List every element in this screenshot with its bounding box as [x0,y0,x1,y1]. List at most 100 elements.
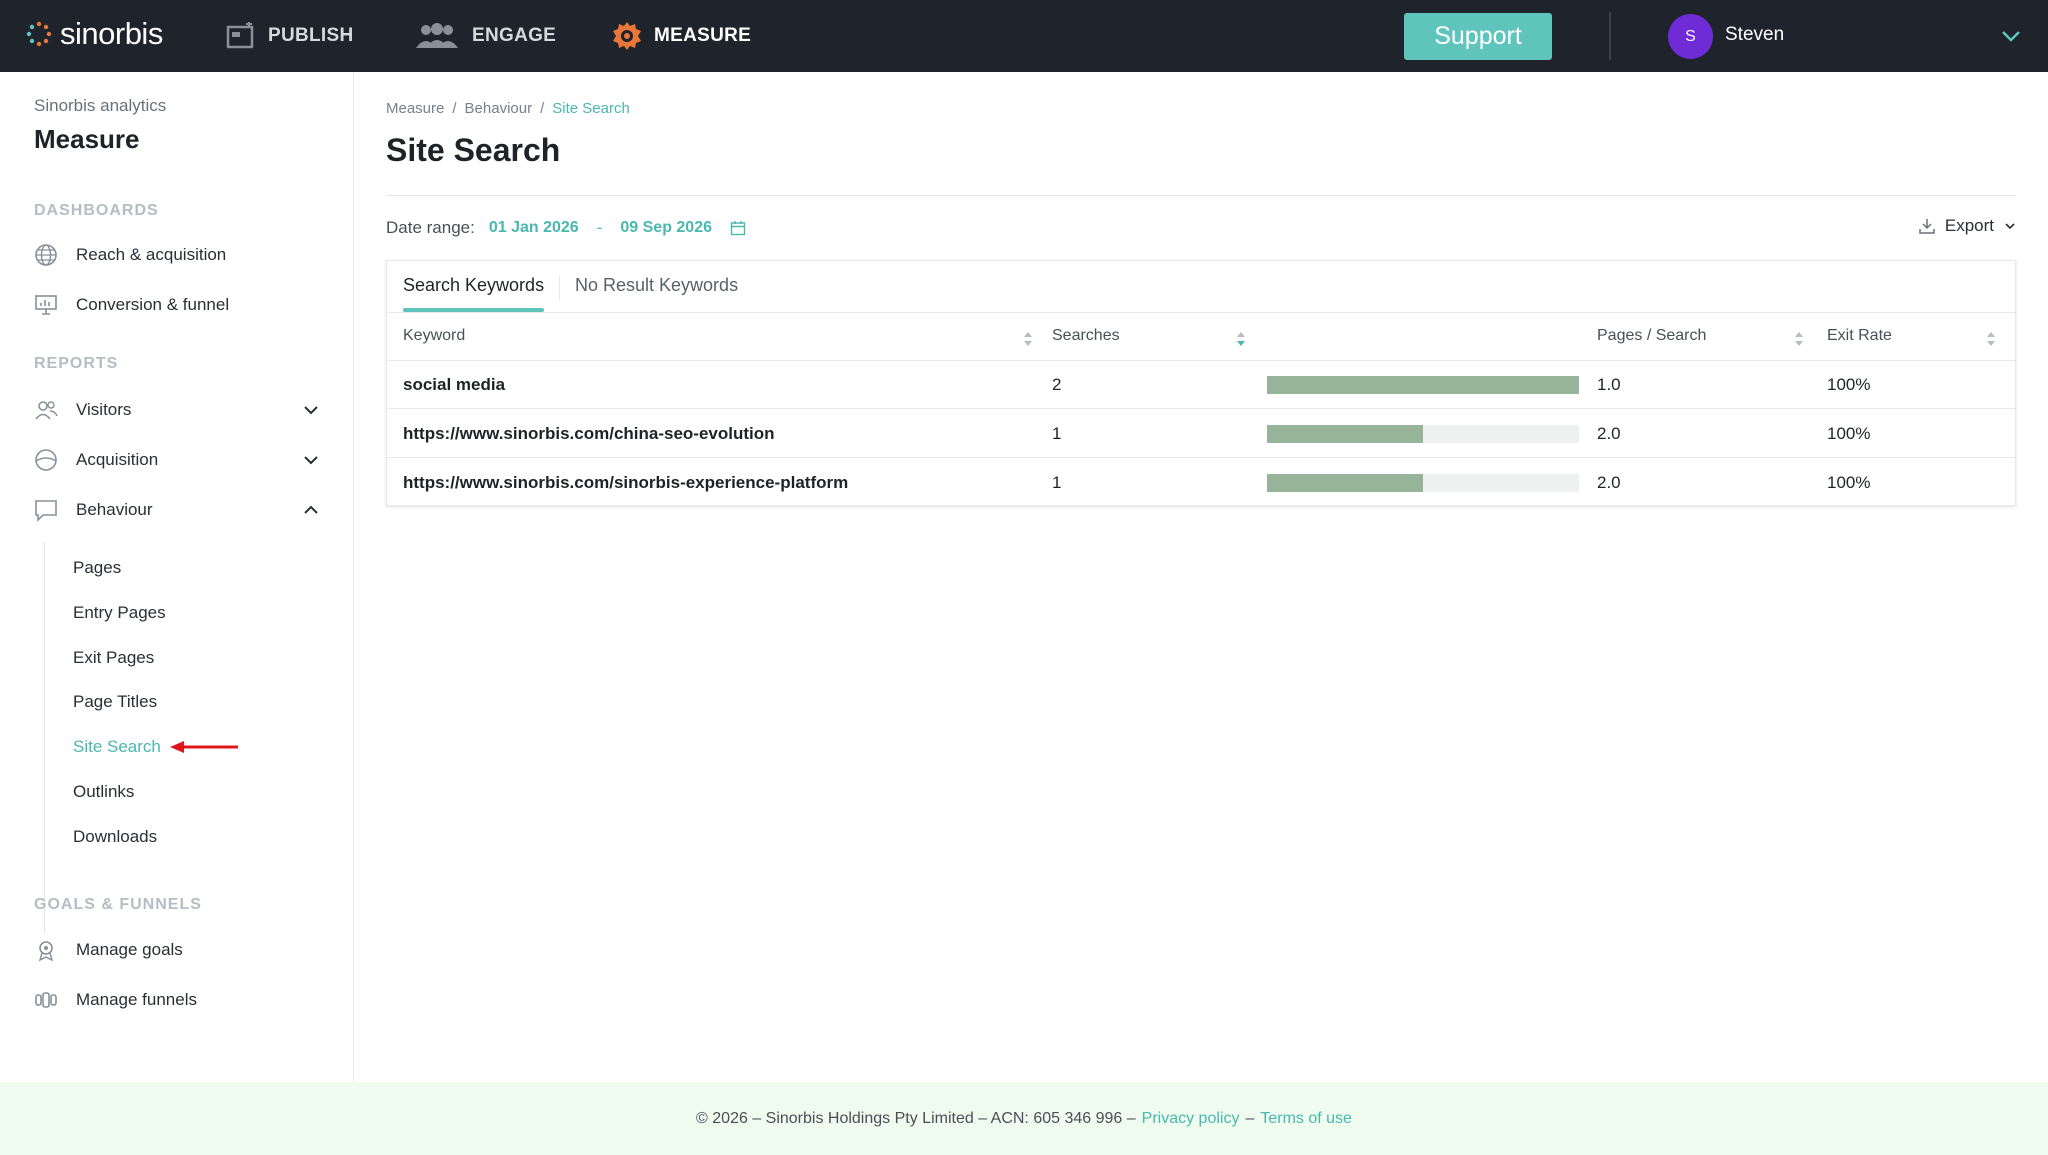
column-header-pages-per-search[interactable]: Pages / Search [1597,327,1706,345]
sidebar-item-manage-goals[interactable]: Manage goals [34,935,324,965]
table-row[interactable]: https://www.sinorbis.com/china-seo-evolu… [387,410,2015,458]
measure-icon [613,22,641,50]
sidebar-item-label: Acquisition [76,450,159,469]
sinorbis-logo-icon [26,21,52,46]
nav-divider [1609,12,1611,60]
top-navigation-bar: sinorbis PUBLISH ENGAGE MEASURE Support … [0,0,2048,72]
footer-dash: – [1245,1109,1255,1127]
table-row[interactable]: https://www.sinorbis.com/sinorbis-experi… [387,459,2015,507]
sidebar-item-label: Conversion & funnel [76,295,230,314]
sidebar-subitem-downloads[interactable]: Downloads [73,827,157,847]
column-header-searches[interactable]: Searches [1052,327,1120,345]
sidebar-item-acquisition[interactable]: Acquisition [34,445,324,475]
exit-rate-cell: 100% [1827,375,1871,394]
column-header-keyword[interactable]: Keyword [403,327,465,345]
searches-bar-track [1267,376,1579,394]
chevron-down-icon[interactable] [300,449,322,471]
nav-publish[interactable]: PUBLISH [226,0,354,72]
date-from[interactable]: 01 Jan 2026 [489,219,579,237]
breadcrumb-behaviour[interactable]: Behaviour [465,100,533,117]
sidebar-subitem-outlinks[interactable]: Outlinks [73,782,134,802]
searches-bar-track [1267,474,1579,492]
engage-icon [416,23,458,48]
title-divider [386,195,2016,196]
tab-no-result-keywords[interactable]: No Result Keywords [575,275,738,296]
publish-icon [226,22,254,49]
tab-search-keywords[interactable]: Search Keywords [403,275,544,296]
exit-rate-cell: 100% [1827,424,1871,443]
breadcrumb-separator: / [452,100,457,117]
sidebar-item-label: Reach & acquisition [76,245,227,264]
pages-per-search-cell: 2.0 [1597,424,1621,443]
avatar[interactable]: S [1668,14,1713,59]
terms-of-use-link[interactable]: Terms of use [1260,1110,1352,1128]
sidebar-item-label: Manage funnels [76,990,197,1009]
export-button[interactable]: Export [1919,211,2016,241]
table-row[interactable]: social media 2 1.0 100% [387,361,2015,409]
tab-separator [559,275,560,301]
sidebar-subitem-entry-pages[interactable]: Entry Pages [73,603,166,623]
nav-engage-label: ENGAGE [472,25,557,46]
sidebar-subitem-exit-pages[interactable]: Exit Pages [73,648,154,668]
exit-rate-cell: 100% [1827,473,1871,492]
sidebar-subitem-page-titles[interactable]: Page Titles [73,692,157,712]
searches-cell: 1 [1052,473,1062,492]
privacy-policy-link[interactable]: Privacy policy [1142,1110,1240,1128]
date-to[interactable]: 09 Sep 2026 [620,219,712,237]
sidebar-item-visitors[interactable]: Visitors [34,395,324,425]
date-separator: - [596,218,603,237]
date-range-label: Date range: [386,218,475,237]
pages-per-search-cell: 2.0 [1597,473,1621,492]
row-divider [387,457,2015,458]
footer-copyright: © 2026 – Sinorbis Holdings Pty Limited –… [696,1109,1136,1127]
chevron-down-icon [2005,223,2015,230]
nav-engage[interactable]: ENGAGE [414,0,556,72]
breadcrumb-site-search: Site Search [552,100,630,117]
sidebar-item-behaviour[interactable]: Behaviour [34,495,324,525]
calendar-icon[interactable] [730,220,746,236]
sidebar: Sinorbis analytics Measure DASHBOARDS Re… [0,72,354,1082]
users-icon [35,401,58,420]
chat-bubble-icon [35,500,57,522]
nav-measure[interactable]: MEASURE [612,0,751,72]
row-divider [387,408,2015,409]
sort-desc-icon[interactable] [1235,330,1247,348]
sidebar-subitem-site-search[interactable]: Site Search [73,737,161,757]
searches-cell: 2 [1052,375,1062,394]
sort-icon[interactable] [1022,330,1034,348]
active-tab-indicator [403,308,544,312]
searches-cell: 1 [1052,424,1062,443]
sort-icon[interactable] [1985,330,1997,348]
support-button[interactable]: Support [1404,13,1552,60]
search-keywords-card: Search Keywords No Result Keywords Keywo… [386,260,2016,506]
nav-measure-label: MEASURE [654,25,752,46]
download-icon [1919,219,1935,234]
chevron-down-icon[interactable] [1999,24,2023,48]
page-title: Site Search [386,132,561,168]
keyword-cell: social media [403,375,506,394]
funnel-icon [35,992,57,1008]
sidebar-item-reach-acquisition[interactable]: Reach & acquisition [34,240,324,270]
searches-bar-fill [1267,474,1423,492]
sidebar-item-manage-funnels[interactable]: Manage funnels [34,985,324,1015]
searches-bar-fill [1267,425,1423,443]
user-name[interactable]: Steven [1725,24,1784,46]
section-reports: REPORTS [34,355,119,372]
column-header-exit-rate[interactable]: Exit Rate [1827,327,1892,345]
tab-bar: Search Keywords No Result Keywords [387,261,2015,313]
goal-badge-icon [38,941,54,962]
sidebar-item-label: Visitors [76,400,132,419]
presentation-icon [35,295,57,315]
sidebar-item-conversion-funnel[interactable]: Conversion & funnel [34,290,324,320]
breadcrumb-measure[interactable]: Measure [386,100,444,117]
sinorbis-logo[interactable]: sinorbis [26,18,163,49]
sort-icon[interactable] [1793,330,1805,348]
chevron-up-icon[interactable] [300,499,322,521]
footer: © 2026 – Sinorbis Holdings Pty Limited –… [0,1082,2048,1155]
sidebar-item-label: Behaviour [76,500,153,519]
sidebar-subtitle: Sinorbis analytics [34,96,167,115]
sidebar-subitem-pages[interactable]: Pages [73,558,121,578]
nav-publish-label: PUBLISH [268,25,354,46]
chevron-down-icon[interactable] [300,399,322,421]
pages-per-search-cell: 1.0 [1597,375,1621,394]
